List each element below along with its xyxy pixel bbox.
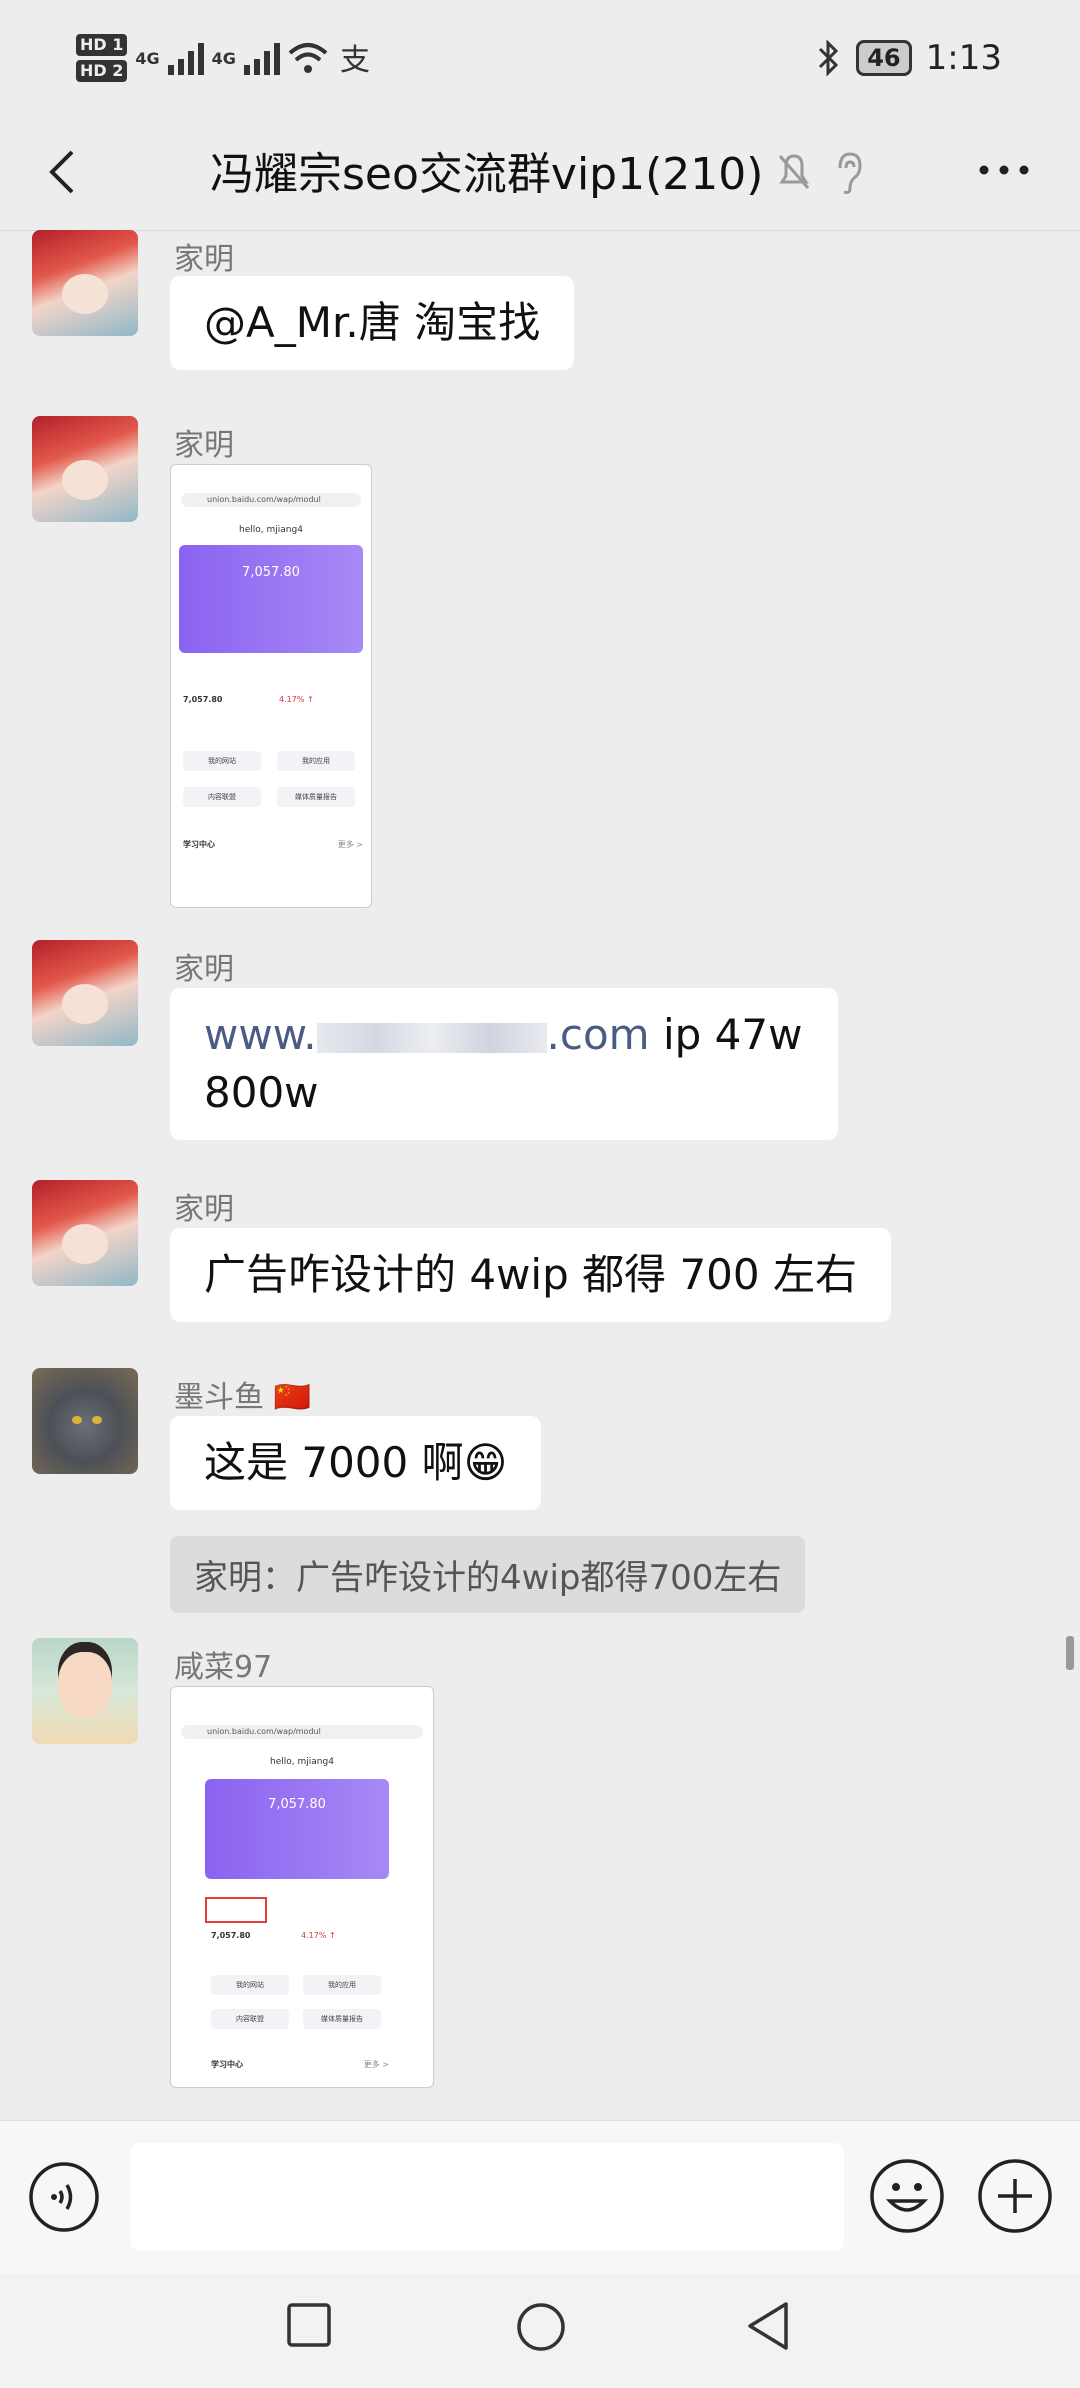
image-url-bar: union.baidu.com/wap/modul bbox=[181, 493, 361, 507]
message-text: 这是 7000 啊 bbox=[204, 1438, 464, 1487]
image-button: 媒体质量报告 bbox=[303, 2009, 381, 2029]
more-options-icon[interactable] bbox=[974, 150, 1034, 190]
back-arrow-icon[interactable] bbox=[34, 142, 94, 202]
quoted-message[interactable]: 家明：广告咋设计的4wip都得700左右 bbox=[170, 1536, 806, 1613]
image-button: 我的应用 bbox=[303, 1975, 381, 1995]
image-earnings-card: 7,057.80 bbox=[179, 545, 363, 653]
image-stat-percent: 4.17% ↑ bbox=[301, 1931, 336, 1940]
signal1-icon bbox=[167, 41, 204, 75]
message-text-line2: 800w bbox=[204, 1068, 319, 1117]
avatar[interactable] bbox=[32, 230, 138, 336]
image-more-link: 更多 > bbox=[363, 2060, 389, 2069]
signal2-icon bbox=[243, 41, 280, 75]
image-greeting: hello, mjiang4 bbox=[270, 1757, 334, 1767]
image-stat-percent: 4.17% ↑ bbox=[279, 695, 314, 704]
status-bar: HD 1 HD 2 4G 4G 支 46 1:13 bbox=[0, 0, 1080, 120]
earpiece-icon bbox=[838, 152, 862, 194]
image-button: 内容联盟 bbox=[211, 2009, 289, 2029]
message-text: 广告咋设计的 4wip 都得 700 左右 bbox=[204, 1250, 857, 1299]
svg-text:支: 支 bbox=[340, 43, 370, 76]
image-button: 我的应用 bbox=[277, 751, 355, 771]
message-text: @A_Mr.唐 淘宝找 bbox=[204, 298, 541, 347]
image-greeting: hello, mjiang4 bbox=[239, 525, 303, 535]
home-icon[interactable] bbox=[516, 2302, 566, 2352]
scrollbar-thumb[interactable] bbox=[1066, 1636, 1074, 1670]
emoji-icon[interactable] bbox=[868, 2157, 946, 2235]
image-earnings-card: 7,057.80 bbox=[205, 1779, 389, 1879]
image-stat: 7,057.80 bbox=[183, 695, 223, 704]
avatar[interactable] bbox=[32, 1638, 138, 1744]
image-button: 我的网站 bbox=[183, 751, 261, 771]
avatar[interactable] bbox=[32, 416, 138, 522]
message-input[interactable] bbox=[130, 2143, 844, 2251]
recent-apps-icon[interactable] bbox=[286, 2302, 332, 2348]
back-triangle-icon[interactable] bbox=[744, 2300, 792, 2352]
image-message[interactable]: union.baidu.com/wap/modul hello, mjiang4… bbox=[170, 1686, 434, 2088]
image-button: 媒体质量报告 bbox=[277, 787, 355, 807]
sender-name: 家明 bbox=[174, 242, 234, 277]
avatar[interactable] bbox=[32, 940, 138, 1046]
bluetooth-icon bbox=[819, 39, 839, 77]
image-section-title: 学习中心 bbox=[183, 840, 215, 849]
image-amount: 7,057.80 bbox=[242, 565, 300, 580]
mute-bell-icon bbox=[778, 154, 810, 189]
image-stat: 7,057.80 bbox=[211, 1931, 251, 1940]
message-bubble[interactable]: www. .com ip 47w 800w bbox=[170, 988, 838, 1140]
grin-emoji-icon: 😁 bbox=[463, 1438, 508, 1487]
image-url-bar: union.baidu.com/wap/modul bbox=[181, 1725, 423, 1739]
image-button: 我的网站 bbox=[211, 1975, 289, 1995]
wifi-icon bbox=[288, 43, 328, 73]
chat-header: 冯耀宗seo交流群vip1(210) bbox=[0, 120, 1080, 231]
china-flag-icon: 🇨🇳 bbox=[273, 1380, 311, 1415]
sender-name: 家明 bbox=[174, 952, 234, 987]
image-message[interactable]: union.baidu.com/wap/modul hello, mjiang4… bbox=[170, 464, 372, 908]
network1-label: 4G bbox=[135, 48, 160, 68]
sender-name: 家明 bbox=[174, 1192, 234, 1227]
avatar[interactable] bbox=[32, 1368, 138, 1474]
chat-title: 冯耀宗seo交流群vip1(210) bbox=[210, 149, 764, 200]
clock: 1:13 bbox=[925, 38, 1002, 78]
system-nav-bar bbox=[0, 2274, 1080, 2388]
image-button: 内容联盟 bbox=[183, 787, 261, 807]
message-text: ip 47w bbox=[649, 1010, 803, 1059]
hd2-badge: HD 2 bbox=[76, 60, 128, 82]
sender-name: 咸菜97 bbox=[174, 1650, 273, 1685]
plus-icon[interactable] bbox=[976, 2157, 1054, 2235]
input-bar bbox=[0, 2120, 1080, 2275]
avatar[interactable] bbox=[32, 1180, 138, 1286]
network2-label: 4G bbox=[211, 48, 236, 68]
blurred-domain bbox=[316, 1022, 547, 1053]
message-bubble[interactable]: @A_Mr.唐 淘宝找 bbox=[170, 276, 575, 370]
alipay-icon: 支 bbox=[340, 43, 370, 76]
voice-input-icon[interactable] bbox=[28, 2161, 100, 2233]
sender-name: 家明 bbox=[174, 428, 234, 463]
image-more-link: 更多 > bbox=[337, 840, 363, 849]
hd1-badge: HD 1 bbox=[76, 34, 128, 56]
message-bubble[interactable]: 广告咋设计的 4wip 都得 700 左右 bbox=[170, 1228, 891, 1322]
message-link[interactable]: www. .com bbox=[204, 1010, 650, 1059]
highlight-box bbox=[205, 1897, 267, 1923]
message-bubble[interactable]: 这是 7000 啊😁 bbox=[170, 1416, 542, 1510]
image-amount: 7,057.80 bbox=[268, 1797, 326, 1812]
sender-name: 墨斗鱼 🇨🇳 bbox=[174, 1380, 311, 1415]
image-section-title: 学习中心 bbox=[211, 2060, 243, 2069]
battery-indicator: 46 bbox=[856, 40, 912, 76]
